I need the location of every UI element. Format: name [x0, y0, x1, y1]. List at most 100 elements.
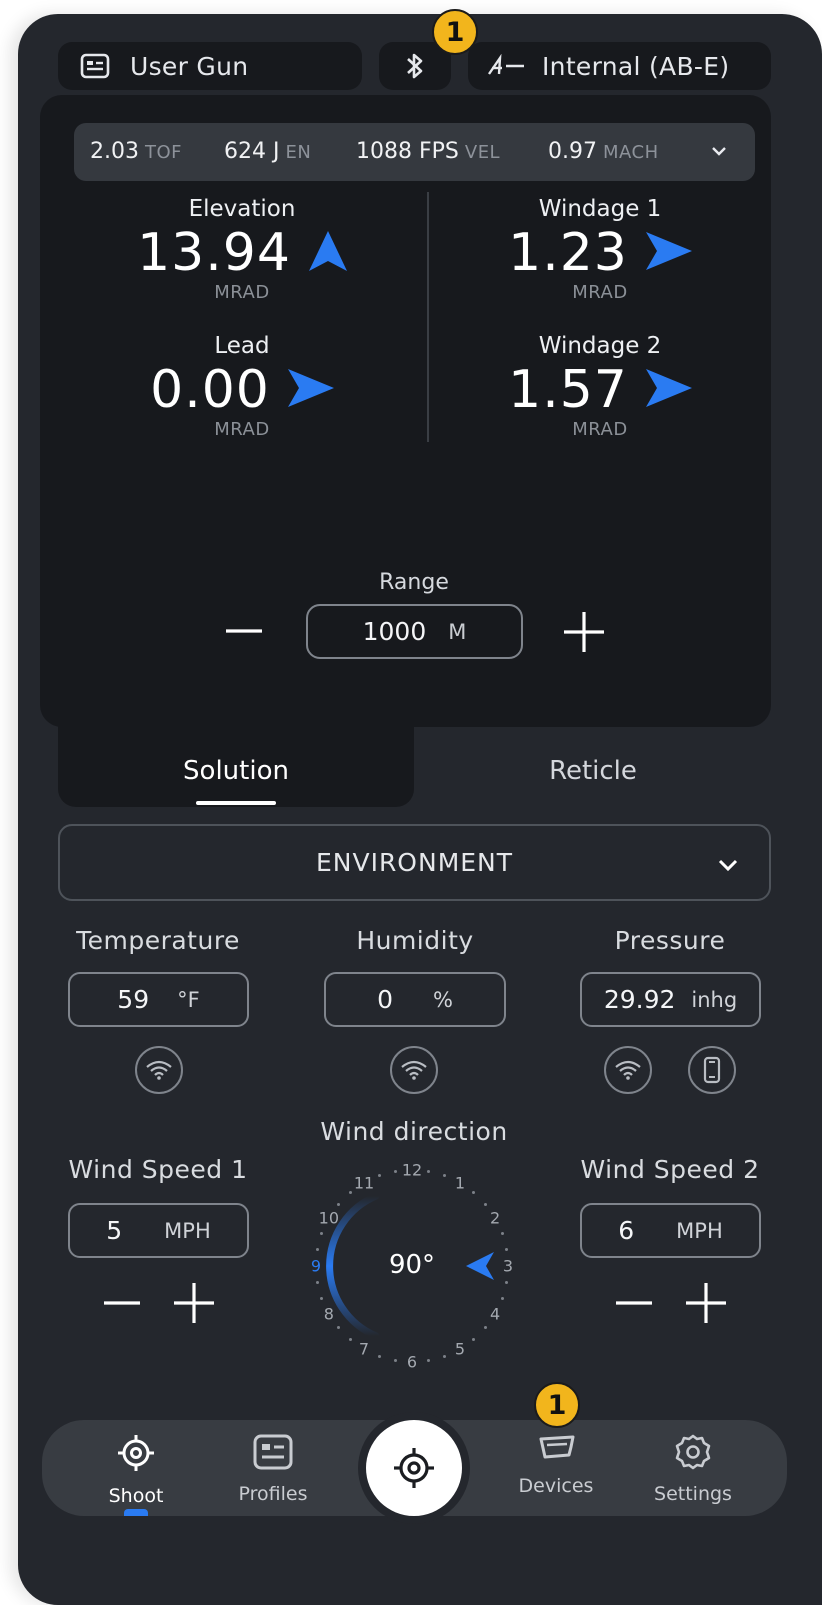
dial-number: 7	[358, 1339, 370, 1359]
dial-number: 10	[318, 1208, 340, 1228]
dial-tick	[377, 1354, 381, 1358]
wind-speed1-minus-button[interactable]	[102, 1288, 142, 1318]
wind-direction-label: Wind direction	[320, 1117, 508, 1146]
devices-notification-badge: 1	[534, 1382, 580, 1428]
temperature-unit: °F	[177, 987, 200, 1012]
range-label: Range	[379, 570, 449, 595]
dial-number: 11	[353, 1173, 375, 1193]
crosshair-icon	[392, 1446, 436, 1490]
elevation-metric: Elevation 13.94 MRAD	[92, 196, 392, 303]
wind-speed1-unit: MPH	[164, 1218, 211, 1243]
dial-number: 12	[401, 1160, 423, 1180]
environment-dropdown[interactable]: ENVIRONMENT	[58, 824, 771, 901]
range-plus-button[interactable]	[560, 608, 608, 656]
pressure-value: 29.92	[603, 985, 676, 1014]
arrow-right-icon	[645, 232, 692, 274]
source-selector[interactable]: Internal (AB-E)	[468, 42, 771, 90]
arrow-up-icon	[308, 231, 347, 275]
humidity-field[interactable]: 0 %	[324, 972, 506, 1027]
wind-speed2-plus-button[interactable]	[684, 1281, 728, 1325]
temperature-field[interactable]: 59 °F	[68, 972, 249, 1027]
ballistic-stats-bar[interactable]: 2.03 TOF 624 J EN 1088 FPS VEL 0.97 MACH	[74, 123, 755, 181]
lead-value: 0.00	[150, 360, 270, 420]
nav-shoot[interactable]: Shoot	[76, 1433, 196, 1507]
dial-number: 1	[454, 1173, 466, 1193]
windage1-metric: Windage 1 1.23 MRAD	[450, 196, 750, 303]
wind-speed1-field[interactable]: 5 MPH	[68, 1203, 249, 1258]
tab-reticle[interactable]: Reticle	[443, 756, 743, 786]
wifi-icon[interactable]	[390, 1046, 438, 1094]
profile-card-icon	[80, 53, 110, 79]
crosshair-icon	[116, 1433, 156, 1473]
tab-active-indicator	[196, 801, 276, 805]
wind-speed2-minus-button[interactable]	[614, 1288, 654, 1318]
source-label: Internal (AB-E)	[542, 51, 730, 81]
chevron-down-icon[interactable]	[711, 145, 727, 157]
pressure-field[interactable]: 29.92 inhg	[580, 972, 761, 1027]
windage1-unit: MRAD	[572, 282, 628, 303]
bluetooth-icon	[403, 51, 427, 81]
nav-active-indicator	[124, 1509, 148, 1516]
nav-settings-label: Settings	[654, 1483, 732, 1505]
elevation-unit: MRAD	[214, 282, 270, 303]
nav-center-target-button[interactable]	[366, 1420, 462, 1516]
pressure-label: Pressure	[614, 926, 726, 955]
pressure-unit: inhg	[691, 987, 738, 1012]
nav-devices-label: Devices	[518, 1475, 594, 1497]
phone-icon[interactable]	[688, 1046, 736, 1094]
solution-tab-bg	[58, 700, 414, 807]
metric-divider	[427, 192, 429, 442]
nav-shoot-label: Shoot	[108, 1485, 164, 1507]
gun-label: User Gun	[130, 51, 249, 81]
wind-speed1-plus-button[interactable]	[172, 1281, 216, 1325]
environment-title: ENVIRONMENT	[315, 848, 514, 877]
lead-unit: MRAD	[214, 419, 270, 440]
dial-tick	[505, 1247, 509, 1251]
humidity-label: Humidity	[356, 926, 474, 955]
stat-energy: 624 J EN	[224, 139, 312, 164]
notification-badge: 1	[432, 9, 478, 55]
tab-solution[interactable]: Solution	[86, 756, 386, 786]
arrow-right-icon	[645, 369, 692, 411]
windage2-metric: Windage 2 1.57 MRAD	[450, 333, 750, 440]
dial-tick	[348, 1338, 352, 1342]
gun-selector[interactable]: User Gun	[58, 42, 362, 90]
windage2-unit: MRAD	[572, 419, 628, 440]
dial-tick	[336, 1202, 340, 1206]
wind-speed2-unit: MPH	[676, 1218, 723, 1243]
windage1-label: Windage 1	[538, 196, 662, 222]
dial-number: 4	[490, 1304, 501, 1324]
wind-direction-value: 90°	[388, 1250, 436, 1280]
windage1-value: 1.23	[508, 223, 628, 283]
wifi-icon[interactable]	[135, 1046, 183, 1094]
stat-tof: 2.03 TOF	[90, 139, 183, 164]
lead-metric: Lead 0.00 MRAD	[92, 333, 392, 440]
dial-tick	[500, 1231, 504, 1235]
nav-devices[interactable]: Devices	[496, 1433, 616, 1497]
range-input[interactable]: 1000 M	[306, 604, 523, 659]
range-unit: M	[448, 619, 467, 644]
stat-velocity: 1088 FPS VEL	[356, 139, 501, 164]
chevron-down-icon	[717, 850, 739, 879]
dial-tick	[393, 1169, 397, 1173]
dial-number: 8	[323, 1304, 334, 1324]
temperature-label: Temperature	[76, 926, 240, 955]
humidity-unit: %	[432, 987, 453, 1012]
wind-direction-dial[interactable]: 90° 12 1 2 3 4 5 6 7 8 9 10 11	[304, 1158, 520, 1374]
dial-tick	[393, 1359, 397, 1363]
nav-profiles[interactable]: Profiles	[213, 1433, 333, 1505]
gear-icon	[674, 1433, 712, 1471]
nav-profiles-label: Profiles	[238, 1483, 308, 1505]
elevation-value: 13.94	[137, 223, 291, 283]
wind-arrow-icon	[466, 1252, 494, 1284]
wifi-icon[interactable]	[604, 1046, 652, 1094]
elevation-label: Elevation	[188, 196, 296, 222]
wind-speed2-label: Wind Speed 2	[580, 1155, 760, 1184]
range-value: 1000	[362, 617, 427, 646]
humidity-value: 0	[377, 985, 393, 1014]
wind-speed2-field[interactable]: 6 MPH	[580, 1203, 761, 1258]
dial-number: 9	[310, 1256, 322, 1276]
nav-settings[interactable]: Settings	[633, 1433, 753, 1505]
stat-mach: 0.97 MACH	[548, 139, 659, 164]
range-minus-button[interactable]	[222, 616, 266, 646]
